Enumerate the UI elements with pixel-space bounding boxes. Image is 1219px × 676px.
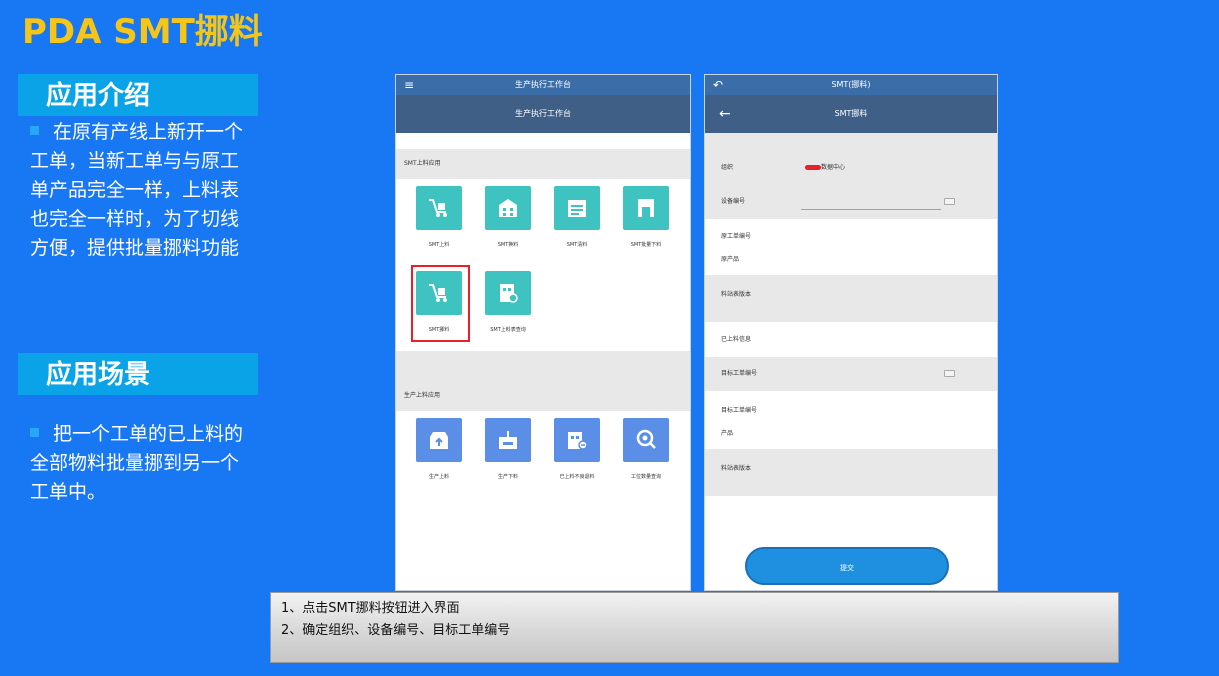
orig-wo-label: 原工单编号: [721, 233, 752, 240]
cart-icon: [429, 199, 447, 217]
redaction-mark: [805, 165, 821, 170]
tile-bad-return[interactable]: [554, 418, 600, 462]
org-label: 组织: [721, 164, 734, 171]
tile-label: SMT换料: [497, 242, 519, 248]
intro-text-block: 在原有产线上新开一个工单，当新工单与与原工单产品完全一样，上料表也完全一样时，为…: [30, 118, 250, 263]
building-search-icon: [500, 284, 518, 303]
tile-label: 工位数量查询: [630, 474, 661, 480]
status-title: SMT(挪料): [831, 80, 871, 89]
tile-label: SMT清料: [566, 242, 588, 248]
scene-text: 把一个工单的已上料的全部物料批量挪到另一个工单中。: [30, 423, 244, 503]
section-label: 生产上料应用: [404, 392, 441, 399]
device-input[interactable]: [801, 209, 941, 210]
loaded-info-label: 已上料信息: [721, 336, 752, 343]
tile-label: 生产上料: [428, 474, 449, 480]
highlight-box: [411, 265, 470, 342]
tile-smt-change[interactable]: [485, 186, 531, 230]
bullet-icon: [30, 126, 39, 135]
submit-button[interactable]: 提交: [745, 547, 949, 585]
intro-heading: 应用介绍: [18, 74, 258, 116]
building-minus-icon: [568, 432, 588, 450]
tile-production-load[interactable]: [416, 418, 462, 462]
target-wo-label: 目标工单编号: [721, 370, 758, 377]
bullet-icon: [30, 428, 39, 437]
loaded-info-row[interactable]: 已上料信息: [705, 322, 997, 357]
slide-title: PDA SMT挪料: [22, 12, 263, 52]
tile-label: SMT上料表查询: [490, 327, 526, 333]
tile-smt-clear[interactable]: [554, 186, 600, 230]
intro-text: 在原有产线上新开一个工单，当新工单与与原工单产品完全一样，上料表也完全一样时，为…: [30, 121, 244, 259]
status-bar: ≡ 生产执行工作台: [396, 75, 690, 95]
undo-icon[interactable]: ↶: [713, 75, 723, 95]
app-bar: 生产执行工作台: [396, 95, 690, 133]
phone-workbench-screen: ≡ 生产执行工作台 生产执行工作台 SMT上料应用 SMT上料 SMT换料 SM…: [395, 74, 691, 591]
note-line-2: 2、确定组织、设备编号、目标工单编号: [281, 623, 511, 638]
station-version-row-2: 料站表版本: [705, 449, 997, 496]
building-icon: [499, 199, 517, 217]
tile-label: SMT上料: [428, 242, 450, 248]
orig-product-label: 原产品: [721, 256, 740, 263]
box-up-icon: [430, 432, 448, 449]
tile-label: 生产下料: [497, 474, 518, 480]
orig-wo-block: 原工单编号 原产品: [705, 219, 997, 275]
station-version-label-2: 料站表版本: [721, 465, 752, 472]
org-row[interactable]: 组织 数据中心: [705, 133, 997, 185]
appbar-title: 生产执行工作台: [515, 109, 571, 118]
station-version-row: 料站表版本: [705, 275, 997, 322]
section-header-smt: SMT上料应用: [396, 149, 690, 179]
note-line-1: 1、点击SMT挪料按钮进入界面: [281, 601, 460, 616]
org-value-text: 数据中心: [821, 164, 846, 171]
door-icon: [638, 199, 654, 217]
device-label: 设备编号: [721, 198, 746, 205]
scene-text-block: 把一个工单的已上料的全部物料批量挪到另一个工单中。: [30, 420, 250, 507]
product-label: 产品: [721, 430, 734, 437]
tile-label: SMT批量下料: [630, 242, 662, 248]
tile-smt-batch-unload[interactable]: [623, 186, 669, 230]
target-wo-label-2: 目标工单编号: [721, 407, 758, 414]
tile-station-query[interactable]: [623, 418, 669, 462]
section-label: SMT上料应用: [404, 160, 441, 167]
calendar-icon: [568, 200, 586, 217]
search-icon: [636, 429, 656, 449]
menu-icon[interactable]: ≡: [404, 75, 414, 95]
box-down-icon: [499, 431, 517, 449]
target-info-block: 目标工单编号 产品: [705, 391, 997, 449]
keyboard-icon[interactable]: [944, 198, 955, 205]
scene-heading: 应用场景: [18, 353, 258, 395]
tile-production-unload[interactable]: [485, 418, 531, 462]
spacer: [396, 351, 690, 381]
section-header-production: 生产上料应用: [396, 381, 690, 411]
app-bar: ← SMT挪料: [705, 95, 997, 133]
target-wo-row[interactable]: 目标工单编号: [705, 357, 997, 391]
status-title: 生产执行工作台: [515, 80, 571, 89]
tile-label: 已上料不良退料: [559, 474, 595, 480]
status-bar: ↶ SMT(挪料): [705, 75, 997, 95]
appbar-title: SMT挪料: [834, 109, 868, 118]
back-arrow-icon[interactable]: ←: [719, 95, 731, 133]
device-row[interactable]: 设备编号: [705, 185, 997, 219]
instruction-note: 1、点击SMT挪料按钮进入界面 2、确定组织、设备编号、目标工单编号: [270, 592, 1119, 663]
station-version-label: 料站表版本: [721, 291, 752, 298]
phone-smt-move-screen: ↶ SMT(挪料) ← SMT挪料 组织 数据中心 设备编号 原工单编号 原产品…: [704, 74, 998, 591]
tile-smt-table-query[interactable]: [485, 271, 531, 315]
keyboard-icon[interactable]: [944, 370, 955, 377]
tile-smt-load[interactable]: [416, 186, 462, 230]
